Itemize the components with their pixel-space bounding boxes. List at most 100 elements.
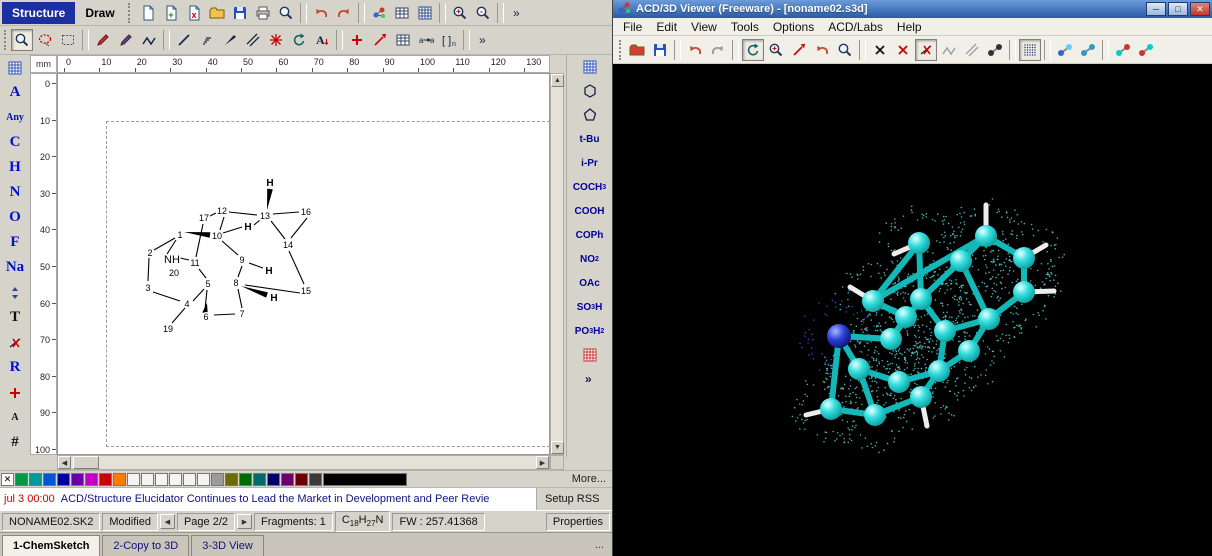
color-swatch[interactable] xyxy=(57,472,70,486)
text-t-button[interactable]: T xyxy=(2,305,28,330)
prev-page-button[interactable]: ◀ xyxy=(159,514,175,529)
group-so3h-button[interactable]: SO 3 H xyxy=(569,295,611,319)
numbering-button[interactable]: # xyxy=(2,430,28,455)
new-page-button[interactable] xyxy=(137,2,159,24)
menu-edit[interactable]: Edit xyxy=(650,19,683,35)
menu-tools[interactable]: Tools xyxy=(725,19,765,35)
color-swatch[interactable] xyxy=(141,472,154,486)
color-swatch[interactable] xyxy=(29,472,42,486)
menu-help[interactable]: Help xyxy=(891,19,928,35)
insert-page-button[interactable]: + xyxy=(160,2,182,24)
toolbar1-overflow-button[interactable]: » xyxy=(507,2,529,24)
updown-button[interactable] xyxy=(2,280,28,305)
open-3d-button[interactable] xyxy=(626,39,648,61)
color-swatch[interactable] xyxy=(267,472,280,486)
viewer3d-titlebar[interactable]: ACD/3D Viewer (Freeware) - [noname02.s3d… xyxy=(613,0,1212,18)
color-swatch[interactable] xyxy=(43,472,56,486)
aromatic-ring-tool[interactable] xyxy=(265,29,287,51)
menu-acd-labs[interactable]: ACD/Labs xyxy=(822,19,889,35)
setup-rss-button[interactable]: Setup RSS xyxy=(545,493,599,505)
delete-page-button[interactable]: x xyxy=(183,2,205,24)
ballstick-style-button[interactable] xyxy=(1054,39,1076,61)
properties-button[interactable]: Properties xyxy=(545,512,610,531)
copy-to-3d-button[interactable] xyxy=(368,2,390,24)
horizontal-scrollbar[interactable]: ◀ ▶ xyxy=(57,455,550,470)
rectangle-select-tool[interactable] xyxy=(57,29,79,51)
redo-3d-button[interactable] xyxy=(707,39,729,61)
zoom-3d-tool[interactable] xyxy=(834,39,856,61)
hash-bond-tool[interactable] xyxy=(196,29,218,51)
toolbar-drag-handle[interactable] xyxy=(619,39,623,60)
rotate-arrow-tool[interactable] xyxy=(288,29,310,51)
dock-expand-button[interactable]: » xyxy=(569,367,611,391)
save-3d-button[interactable] xyxy=(649,39,671,61)
atom-h-button[interactable]: H xyxy=(2,155,28,180)
cyclopentane-template-button[interactable] xyxy=(569,103,611,127)
periodic-table-button[interactable] xyxy=(414,2,436,24)
table-tool[interactable] xyxy=(392,29,414,51)
template-organizer-button[interactable] xyxy=(391,2,413,24)
menu-view[interactable]: View xyxy=(685,19,723,35)
polymer-brackets-tool[interactable]: [ ] n xyxy=(438,29,460,51)
color-swatch[interactable] xyxy=(211,472,224,486)
minimize-button[interactable]: ─ xyxy=(1146,2,1166,16)
tabs-overflow[interactable]: ... xyxy=(595,539,604,551)
draw-chains-tool[interactable] xyxy=(138,29,160,51)
reaction-arrow-tool[interactable] xyxy=(369,29,391,51)
atom-n-button[interactable]: N xyxy=(2,180,28,205)
table-dock-button[interactable] xyxy=(569,55,611,79)
maximize-button[interactable]: □ xyxy=(1168,2,1188,16)
viewer3d-canvas[interactable] xyxy=(613,64,1212,556)
color-swatch[interactable] xyxy=(127,472,140,486)
torsion-tool[interactable] xyxy=(915,38,937,61)
color-swatch[interactable] xyxy=(155,472,168,486)
charge-plus-button[interactable] xyxy=(2,380,28,405)
next-page-button[interactable]: ▶ xyxy=(237,514,252,529)
print-button[interactable] xyxy=(252,2,274,24)
zoom-in-button[interactable]: + xyxy=(449,2,471,24)
scrollbar-thumb[interactable] xyxy=(73,456,99,469)
tab-2-copy-to-3d[interactable]: 2-Copy to 3D xyxy=(102,535,190,556)
ticker-headline[interactable]: ACD/Structure Elucidator Continues to Le… xyxy=(61,493,490,505)
color-swatch[interactable] xyxy=(113,472,126,486)
charge-view-tool[interactable]: + xyxy=(765,39,787,61)
group-oac-button[interactable]: OAc xyxy=(569,271,611,295)
zoom-select-tool[interactable] xyxy=(11,29,33,51)
color-swatch[interactable] xyxy=(281,472,294,486)
used-templates-button[interactable] xyxy=(569,343,611,367)
group-no2-button[interactable]: NO 2 xyxy=(569,247,611,271)
periodic-table-dock-button[interactable] xyxy=(2,55,28,80)
scroll-up-button[interactable]: ▲ xyxy=(551,74,564,87)
atom-anylist-button[interactable]: Any xyxy=(2,105,28,130)
color-swatch[interactable] xyxy=(169,472,182,486)
move-3d-tool[interactable] xyxy=(788,39,810,61)
color-swatch[interactable] xyxy=(197,472,210,486)
toolbar2-overflow-button[interactable]: » xyxy=(473,29,495,51)
open-button[interactable] xyxy=(206,2,228,24)
group-coch3-button[interactable]: COCH 3 xyxy=(569,175,611,199)
vertical-scrollbar[interactable]: ▲ ▼ xyxy=(550,73,564,455)
atom-na-button[interactable]: Na xyxy=(2,255,28,280)
group-cooh-button[interactable]: COOH xyxy=(569,199,611,223)
group-po3h2-button[interactable]: PO 3 H 2 xyxy=(569,319,611,343)
atom-c-button[interactable]: C xyxy=(2,130,28,155)
scroll-down-button[interactable]: ▼ xyxy=(551,441,564,454)
zoom-out-button[interactable]: - xyxy=(472,2,494,24)
color-swatch[interactable] xyxy=(225,472,238,486)
color-swatch[interactable] xyxy=(253,472,266,486)
reaction-plus-tool[interactable] xyxy=(346,29,368,51)
group-coph-button[interactable]: COPh xyxy=(569,223,611,247)
scroll-right-button[interactable]: ▶ xyxy=(536,456,549,469)
color-swatch[interactable] xyxy=(99,472,112,486)
single-bond-tool[interactable] xyxy=(173,29,195,51)
rotate-3d-tool[interactable] xyxy=(742,38,764,61)
color-swatch[interactable] xyxy=(295,472,308,486)
atom-style-button[interactable]: A xyxy=(2,405,28,430)
color-swatch[interactable] xyxy=(15,472,28,486)
group-tbu-button[interactable]: t-Bu xyxy=(569,127,611,151)
menu-options[interactable]: Options xyxy=(767,19,820,35)
undo-3d-button[interactable] xyxy=(684,39,706,61)
color-swatch[interactable] xyxy=(85,472,98,486)
break-bond-tool[interactable] xyxy=(869,39,891,61)
draw-menu[interactable]: Draw xyxy=(77,2,122,24)
